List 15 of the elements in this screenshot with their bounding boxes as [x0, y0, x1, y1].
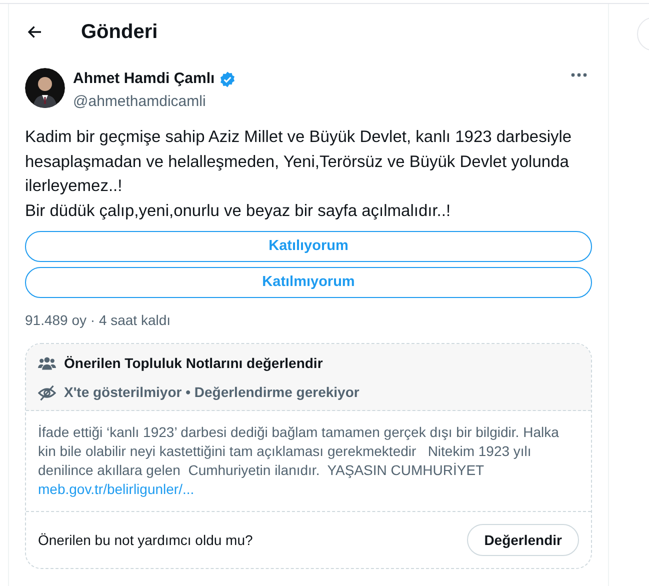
post-text: Kadim bir geçmişe sahip Aziz Millet ve Büyük Devlet, kanlı 1923 darbesiyle hesaplaşmadan ve helalleşmeden, Yeni,Terörsüz ve Büyük Devlet yolunda ilerleyemez..! — [25, 127, 573, 197]
author-handle[interactable]: @ahmethamdicamli — [73, 90, 570, 113]
note-question: Önerilen bu not yardımcı oldu mu? — [38, 530, 253, 550]
note-title: Önerilen Topluluk Notlarını değerlendir — [64, 354, 323, 373]
avatar — [25, 68, 65, 108]
page-title: Gönderi — [81, 20, 158, 45]
rate-button[interactable]: Değerlendir — [467, 524, 579, 556]
post-text: Bir düdük çalıp,yeni,onurlu ve beyaz bir sayfa açılmalıdır..! — [25, 200, 452, 222]
people-icon — [38, 356, 56, 371]
note-status: X'te gösterilmiyor • Değerlendirme gerekiyor — [64, 383, 360, 402]
note-body: İfade ettiği ‘kanlı 1923’ darbesi dediği bağlam tamamen gerçek dışı bir bilgidir. Halka kin bile olabilir neyi kastettiğini tam açıklaması gerekmektedir Nitekim 1923 yılı denilince akıllara gelen Cumhuriyetin ilanıdır. YAŞASIN CUMHURİYET — [38, 423, 560, 480]
poll-meta: 91.489 oy · 4 saat kaldı — [25, 311, 172, 330]
more-icon[interactable] — [570, 72, 588, 78]
author-name[interactable]: Ahmet Hamdi Çamlı — [73, 68, 215, 90]
hidden-eye-icon — [38, 384, 56, 400]
